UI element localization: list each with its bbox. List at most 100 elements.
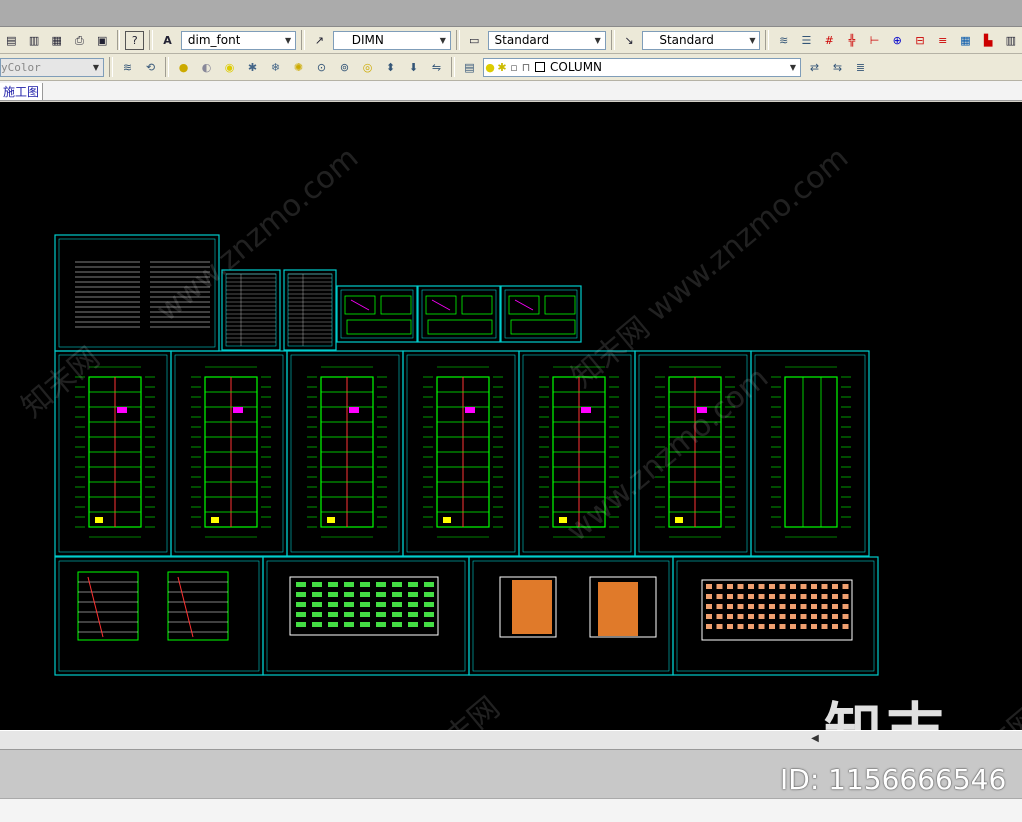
- new-icon[interactable]: ▤: [2, 31, 21, 50]
- lock-icon[interactable]: ⊙: [312, 58, 331, 77]
- window-block: [344, 622, 354, 627]
- window-block: [424, 612, 434, 617]
- layer-previous-icon[interactable]: ⟲: [141, 58, 160, 77]
- dimension-style-select[interactable]: DIMN ▼: [332, 30, 451, 50]
- tab-drawing[interactable]: 施工图: [0, 83, 44, 100]
- window-block: [408, 602, 418, 607]
- building-icon[interactable]: ▙: [979, 31, 998, 50]
- window-block: [779, 604, 786, 609]
- bulb-off-icon[interactable]: ◐: [197, 58, 216, 77]
- layers-icon[interactable]: ☰: [797, 31, 816, 50]
- window-block: [296, 622, 306, 627]
- mleader-style-select[interactable]: Standard ▼: [642, 30, 761, 50]
- window-block: [832, 614, 838, 619]
- chevron-down-icon[interactable]: ▼: [89, 59, 103, 76]
- window-block: [779, 614, 786, 619]
- window-block: [344, 612, 354, 617]
- layers-toolbar: yColor ▼ ≋ ⟲ ● ◐ ◉ ✱ ❄ ✺ ⊙ ⊚ ◎ ⬍ ⬇ ⇋ ▤ ● ✱…: [0, 54, 1022, 81]
- sun-icon[interactable]: ✱: [243, 58, 262, 77]
- chevron-down-icon[interactable]: ▼: [281, 32, 295, 49]
- chevron-down-icon[interactable]: ▼: [591, 32, 605, 49]
- status-bar: [0, 798, 1022, 822]
- thaw-icon[interactable]: ✺: [289, 58, 308, 77]
- window-block: [376, 582, 386, 587]
- make-current-icon[interactable]: ⇄: [805, 58, 824, 77]
- window-block: [296, 602, 306, 607]
- isolate-icon[interactable]: ◎: [358, 58, 377, 77]
- separator: [455, 30, 460, 50]
- window-block: [811, 604, 817, 609]
- table-icon[interactable]: ▦: [956, 31, 975, 50]
- layer-manager-icon[interactable]: ≋: [118, 58, 137, 77]
- mleader-style-icon[interactable]: ↘: [620, 31, 639, 50]
- window-block: [376, 592, 386, 597]
- separator: [109, 57, 113, 77]
- window-block: [376, 622, 386, 627]
- window-block: [312, 622, 322, 627]
- grid-icon[interactable]: #: [820, 31, 839, 50]
- help-icon[interactable]: ?: [125, 30, 145, 50]
- window-block: [312, 612, 322, 617]
- text-style-icon[interactable]: A: [158, 31, 177, 50]
- bulb-on-icon[interactable]: ◉: [220, 58, 239, 77]
- window-block: [842, 584, 849, 589]
- layer-states-icon[interactable]: ≋: [774, 31, 793, 50]
- window-block: [800, 624, 807, 629]
- stair-hatch: [581, 407, 591, 413]
- window-block: [769, 624, 775, 629]
- layer-tools-icon[interactable]: ≣: [851, 58, 870, 77]
- stair-hatch: [465, 407, 475, 413]
- chevron-down-icon[interactable]: ▼: [745, 32, 759, 49]
- dimension-style-icon[interactable]: ↗: [310, 31, 329, 50]
- elevation-outline: [701, 579, 853, 641]
- window-block: [790, 584, 796, 589]
- merge-layer-icon[interactable]: ⬍: [381, 58, 400, 77]
- window-block: [376, 602, 386, 607]
- window-block: [360, 592, 370, 597]
- layer-properties-icon[interactable]: ▤: [460, 58, 479, 77]
- change-layer-icon[interactable]: ⇋: [427, 58, 446, 77]
- drawing-canvas[interactable]: www.znzmo.com www.znzmo.com www.znzmo.co…: [0, 102, 1022, 730]
- window-block: [737, 584, 744, 589]
- table-style-icon[interactable]: ▭: [465, 31, 484, 50]
- axis-icon[interactable]: ╬: [843, 31, 862, 50]
- save-icon[interactable]: ▦: [47, 31, 66, 50]
- calculator-icon[interactable]: ▣: [93, 31, 112, 50]
- window-block: [716, 614, 723, 619]
- layer-walk-icon[interactable]: ⬇: [404, 58, 423, 77]
- scroll-left-icon[interactable]: ◀: [808, 733, 822, 746]
- unlock-icon[interactable]: ⊚: [335, 58, 354, 77]
- sun-icon: ✱: [497, 60, 507, 74]
- column-icon[interactable]: ⊕: [888, 31, 907, 50]
- freeze-icon[interactable]: ❄: [266, 58, 285, 77]
- window-block: [842, 614, 849, 619]
- layer-select[interactable]: ● ✱ ▫ ⊓ COLUMN ▼: [483, 57, 801, 77]
- open-icon[interactable]: ▥: [25, 31, 44, 50]
- plot-icon[interactable]: ⎙: [70, 31, 89, 50]
- window-block: [706, 614, 712, 619]
- separator: [451, 57, 455, 77]
- match-layer-icon[interactable]: ⇆: [828, 58, 847, 77]
- stair-icon[interactable]: ≡: [933, 31, 952, 50]
- window-block: [769, 614, 775, 619]
- drawing-sheet-border: [174, 354, 284, 553]
- table-style-select[interactable]: Standard ▼: [487, 30, 606, 50]
- window-block: [842, 604, 849, 609]
- wall-icon[interactable]: ⊟: [911, 31, 930, 50]
- more-icon[interactable]: ▥: [1001, 31, 1020, 50]
- chevron-down-icon[interactable]: ▼: [786, 59, 800, 76]
- window-block: [408, 582, 418, 587]
- chevron-down-icon[interactable]: ▼: [436, 32, 450, 49]
- separator: [301, 30, 306, 50]
- window-block: [706, 594, 712, 599]
- text-style-select[interactable]: dim_font ▼: [180, 30, 297, 50]
- bulb-icon[interactable]: ●: [174, 58, 193, 77]
- annotation-block: [211, 517, 219, 523]
- horizontal-scrollbar[interactable]: ◀: [0, 730, 1022, 749]
- dimension-icon[interactable]: ⊢: [865, 31, 884, 50]
- color-select[interactable]: yColor ▼: [0, 57, 104, 77]
- window-block: [758, 604, 765, 609]
- annotation-block: [95, 517, 103, 523]
- window-block: [727, 594, 733, 599]
- window-block: [328, 592, 338, 597]
